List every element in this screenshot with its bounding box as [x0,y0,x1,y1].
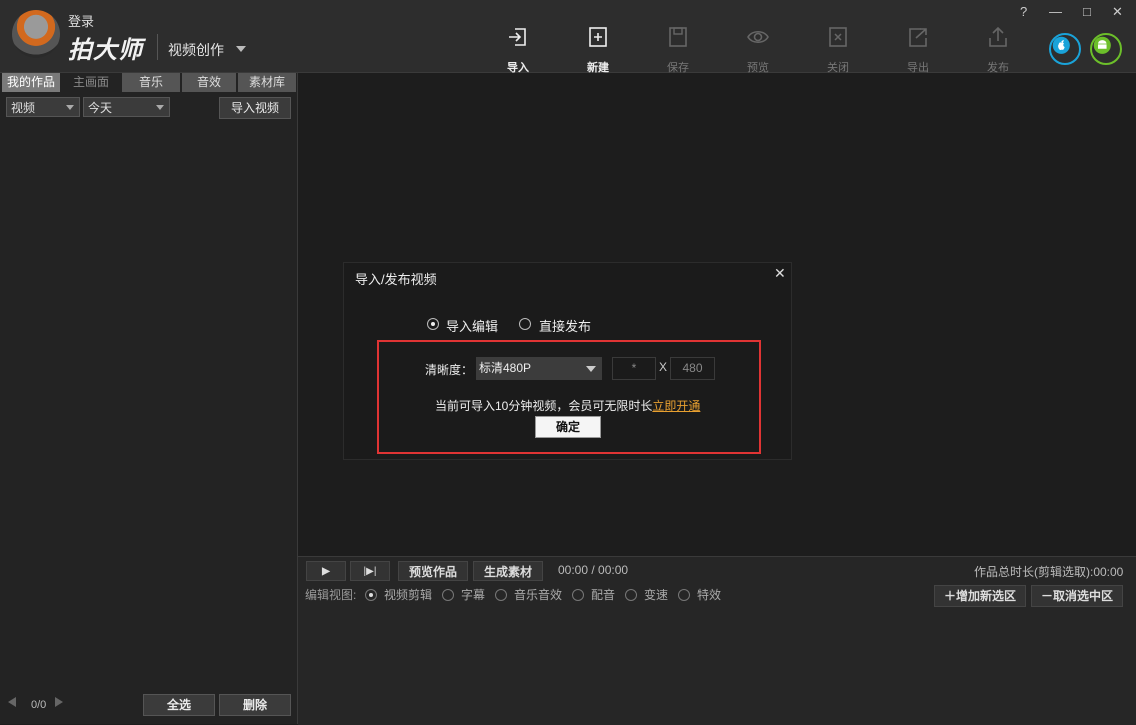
minus-icon: － [1040,589,1053,603]
prev-page-icon[interactable] [8,697,16,707]
left-panel: 我的作品 主画面 音乐 音效 素材库 视频 今天 导入视频 0/0 全选 删除 [0,73,298,724]
close-icon[interactable]: ✕ [774,265,786,282]
total-duration: 作品总时长(剪辑选取):00:00 [974,565,1124,579]
dialog-title: 导入/发布视频 [355,272,437,287]
title-bar: 登录 拍大师 视频创作 导入 新建 保存 预览 关闭 导出 发布 ? — □ ✕ [0,0,1136,75]
tab-main[interactable]: 主画面 [62,73,120,92]
android-button[interactable] [1090,33,1122,65]
radio-video-edit[interactable] [365,589,377,601]
android-icon [1093,36,1111,54]
mode-dropdown[interactable]: 视频创作 [168,40,224,60]
help-button[interactable]: ? [1020,4,1027,19]
type-filter-select[interactable]: 视频 [6,97,80,117]
toolbar-import-button[interactable]: 导入 [493,26,543,75]
resolution-value: 标清480P [479,361,532,375]
divider [157,34,158,60]
timeline-panel: ▶ |▶| 预览作品 生成素材 00:00 / 00:00 作品总时长(剪辑选取… [298,556,1136,725]
next-page-icon[interactable] [55,697,63,707]
radio-effects[interactable] [678,589,690,601]
app-name: 拍大师 [68,37,143,64]
play-button[interactable]: ▶ [306,561,346,581]
toolbar-save-button[interactable]: 保存 [653,26,703,75]
tab-my-works[interactable]: 我的作品 [2,73,60,92]
radio-music-effects[interactable] [495,589,507,601]
playback-time: 00:00 / 00:00 [558,563,629,577]
export-icon [909,28,927,47]
maximize-button[interactable]: □ [1083,4,1091,19]
date-filter-value: 今天 [88,101,113,115]
toolbar-close-button[interactable]: 关闭 [813,26,863,75]
new-icon [589,27,607,47]
view-subtitle-label[interactable]: 字幕 [461,586,485,603]
plus-icon: ＋ [943,589,956,603]
apple-icon [1052,36,1070,54]
toolbar-preview-button[interactable]: 预览 [733,26,783,75]
preview-work-button[interactable]: 预览作品 [398,561,468,581]
radio-subtitle[interactable] [442,589,454,601]
resolution-select[interactable]: 标清480P [476,357,602,380]
type-filter-value: 视频 [11,101,36,115]
date-filter-select[interactable]: 今天 [83,97,170,117]
view-effects-label[interactable]: 特效 [697,586,721,603]
confirm-button[interactable]: 确定 [535,416,601,438]
delete-button[interactable]: 删除 [219,694,291,716]
dimension-separator: X [659,360,668,374]
height-input[interactable]: 480 [670,357,715,380]
toolbar-new-button[interactable]: 新建 [573,26,623,75]
save-icon [669,27,687,47]
chevron-down-icon [586,366,596,372]
radio-speed[interactable] [625,589,637,601]
select-all-button[interactable]: 全选 [143,694,215,716]
minimize-button[interactable]: — [1049,4,1062,19]
chevron-down-icon [66,105,74,110]
chevron-down-icon [156,105,164,110]
close-doc-icon [829,27,847,47]
radio-dubbing[interactable] [572,589,584,601]
cancel-selection-label: 取消选中区 [1053,589,1114,603]
step-button[interactable]: |▶| [350,561,390,581]
add-selection-button[interactable]: ＋增加新选区 [934,585,1026,607]
tab-music[interactable]: 音乐 [122,73,180,92]
ios-button[interactable] [1049,33,1081,65]
view-dubbing-label[interactable]: 配音 [591,586,615,603]
radio-import-edit[interactable] [427,318,439,330]
preview-eye-icon [747,30,769,44]
view-speed-label[interactable]: 变速 [644,586,668,603]
notice-text: 当前可导入10分钟视频，会员可无限时长立即开通 [435,397,700,414]
cancel-selection-button[interactable]: －取消选中区 [1031,585,1123,607]
generate-material-button[interactable]: 生成素材 [473,561,543,581]
page-indicator: 0/0 [31,699,47,711]
radio-direct-publish[interactable] [519,318,531,330]
view-music-effects-label[interactable]: 音乐音效 [514,586,562,603]
import-video-button[interactable]: 导入视频 [219,97,291,119]
chevron-down-icon[interactable] [236,46,246,52]
close-window-button[interactable]: ✕ [1112,4,1123,20]
login-link[interactable]: 登录 [68,11,94,30]
add-selection-label: 增加新选区 [956,589,1017,603]
edit-view-label: 编辑视图: [305,588,357,602]
publish-icon [989,26,1007,47]
resolution-label: 清晰度： [425,363,474,377]
tab-sound-effects[interactable]: 音效 [182,73,236,92]
upgrade-link[interactable]: 立即开通 [652,399,700,413]
app-logo [12,10,60,58]
import-publish-dialog: 导入/发布视频 ✕ 导入编辑 直接发布 清晰度： 标清480P * X 480 … [343,262,792,460]
tab-material-library[interactable]: 素材库 [238,73,296,92]
toolbar-export-button[interactable]: 导出 [893,26,943,75]
radio-direct-publish-label[interactable]: 直接发布 [539,316,591,335]
toolbar-publish-button[interactable]: 发布 [973,26,1023,75]
view-video-edit-label[interactable]: 视频剪辑 [384,586,432,603]
radio-import-edit-label[interactable]: 导入编辑 [446,316,498,335]
notice-message: 当前可导入10分钟视频，会员可无限时长 [435,399,653,413]
import-icon [509,28,526,46]
width-input[interactable]: * [612,357,656,380]
